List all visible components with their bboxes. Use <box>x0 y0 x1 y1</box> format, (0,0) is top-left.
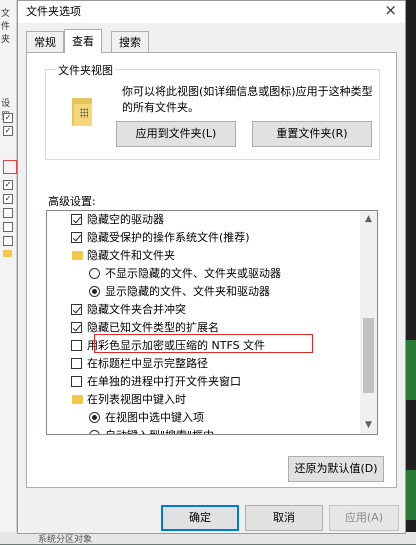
list-item-label: 在标题栏中显示完整路径 <box>87 357 208 370</box>
scrollbar-thumb[interactable] <box>363 318 374 393</box>
tab-view[interactable]: 查看 <box>64 29 102 53</box>
folder-icon <box>72 251 83 260</box>
background-text: 文件夹 <box>1 9 11 45</box>
checkbox[interactable] <box>71 340 82 351</box>
background-window-left: 文件夹 设置 ✓ ✓ ✓ ✓ <box>0 0 17 544</box>
advanced-settings-label: 高级设置: <box>48 195 96 208</box>
reset-folders-button[interactable]: 重置文件夹(R) <box>252 121 372 147</box>
folder-options-dialog: 文件夹选项 × 常规 查看 搜索 文件夹视图 你可以将此视图(如详细信息或图标)… <box>17 0 406 534</box>
list-item-label: 自动键入到"搜索"框中 <box>105 427 214 434</box>
ok-button[interactable]: 确定 <box>161 505 239 531</box>
folder-view-description: 你可以将此视图(如详细信息或图标)应用于这种类型的所有文件夹。 <box>122 85 373 114</box>
annotation-highlight-box <box>94 334 313 353</box>
list-item-label: 隐藏文件和文件夹 <box>87 249 175 262</box>
background-selection-box <box>3 160 17 174</box>
background-checkbox: ✓ <box>3 126 13 136</box>
checkbox-checked[interactable] <box>71 322 82 333</box>
title-bar: 文件夹选项 × <box>18 1 405 23</box>
background-checkbox <box>3 236 13 246</box>
folder-view-title: 文件夹视图 <box>56 62 115 78</box>
radio-button-selected[interactable] <box>89 286 100 297</box>
checkbox-checked[interactable] <box>71 214 82 225</box>
background-green-region <box>406 470 416 520</box>
dialog-title: 文件夹选项 <box>26 5 81 18</box>
background-checkbox: ✓ <box>3 194 13 204</box>
list-item-label: 隐藏受保护的操作系统文件(推荐) <box>87 231 250 244</box>
radio-button[interactable] <box>89 430 100 434</box>
checkbox-checked[interactable] <box>71 232 82 243</box>
background-window-right <box>406 0 416 544</box>
checkbox[interactable] <box>71 376 82 387</box>
folder-view-icon <box>72 98 92 126</box>
tab-search[interactable]: 搜索 <box>111 31 149 52</box>
view-tab-panel: 文件夹视图 你可以将此视图(如详细信息或图标)应用于这种类型的所有文件夹。 应用… <box>26 52 397 488</box>
restore-defaults-button[interactable]: 还原为默认值(D) <box>288 456 384 482</box>
tab-general[interactable]: 常规 <box>26 31 64 52</box>
background-green-region <box>406 340 416 400</box>
cancel-button[interactable]: 取消 <box>245 505 323 531</box>
background-folder-icon <box>3 250 12 257</box>
list-item-label: 隐藏文件夹合并冲突 <box>87 303 186 316</box>
scroll-down-arrow-icon[interactable]: ▼ <box>360 417 377 434</box>
list-item-label: 在列表视图中键入时 <box>87 393 186 406</box>
checkbox[interactable] <box>71 358 82 369</box>
radio-button[interactable] <box>89 268 100 279</box>
folder-icon <box>72 395 83 404</box>
advanced-settings-list[interactable]: 隐藏空的驱动器 隐藏受保护的操作系统文件(推荐) 隐藏文件和文件夹 不显示隐藏的… <box>46 210 378 435</box>
close-icon[interactable]: × <box>384 1 397 19</box>
list-item-label: 隐藏空的驱动器 <box>87 213 164 226</box>
vertical-scrollbar[interactable]: ▲ ▼ <box>360 211 377 434</box>
checkbox-checked[interactable] <box>71 304 82 315</box>
background-checkbox <box>3 208 13 218</box>
background-checkbox: ✓ <box>3 113 13 123</box>
list-item-label: 显示隐藏的文件、文件夹和驱动器 <box>105 285 270 298</box>
list-item-label: 在视图中选中键入项 <box>105 411 204 424</box>
list-item-label: 在单独的进程中打开文件夹窗口 <box>87 375 241 388</box>
scroll-up-arrow-icon[interactable]: ▲ <box>360 211 377 228</box>
list-item-label: 不显示隐藏的文件、文件夹或驱动器 <box>105 267 281 280</box>
radio-button-selected[interactable] <box>89 412 100 423</box>
apply-to-folders-button[interactable]: 应用到文件夹(L) <box>116 121 236 147</box>
background-checkbox <box>3 222 13 232</box>
apply-button[interactable]: 应用(A) <box>329 505 399 531</box>
background-checkbox: ✓ <box>3 180 13 190</box>
